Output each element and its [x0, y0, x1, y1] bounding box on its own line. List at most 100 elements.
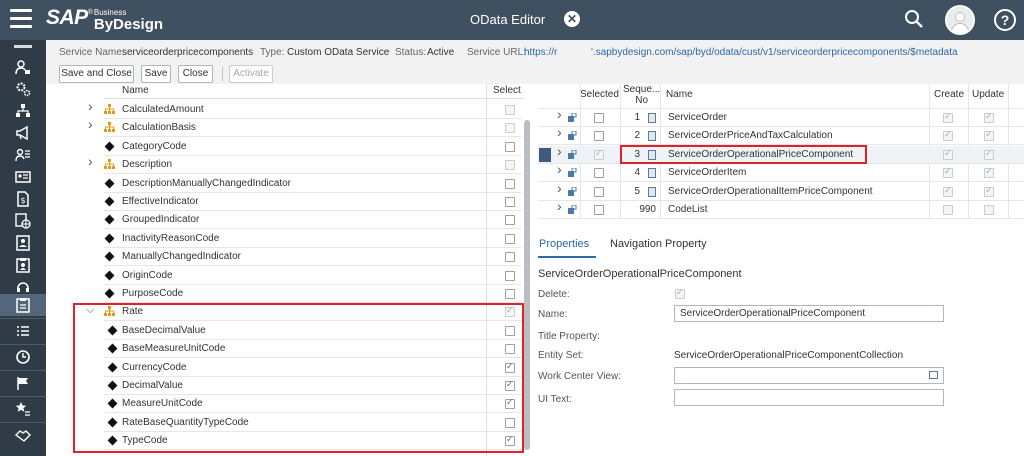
person-lock-icon[interactable] — [0, 56, 46, 78]
tree-row[interactable]: › Description — [46, 154, 522, 175]
calculator-icon[interactable] — [648, 186, 656, 197]
select-checkbox[interactable] — [505, 215, 515, 226]
megaphone-icon[interactable] — [0, 122, 46, 144]
chevron-right-icon[interactable]: › — [557, 107, 567, 121]
update-checkbox[interactable] — [984, 205, 994, 215]
selected-checkbox[interactable] — [594, 168, 604, 179]
document-currency-icon[interactable]: $ — [0, 188, 46, 210]
gears-icon[interactable] — [0, 78, 46, 100]
update-checkbox[interactable] — [984, 148, 994, 160]
tree-row[interactable]: › CalculatedAmount — [46, 99, 522, 119]
close-editor-icon[interactable]: ✕ — [564, 11, 580, 27]
save-and-close-button[interactable]: Save and Close — [59, 65, 134, 83]
select-checkbox[interactable] — [505, 252, 515, 263]
select-checkbox[interactable] — [505, 160, 515, 171]
tree-row[interactable]: GroupedIndicator — [46, 211, 522, 230]
select-checkbox[interactable] — [505, 123, 515, 134]
clipboard-person-icon[interactable] — [0, 254, 46, 276]
update-checkbox[interactable] — [984, 166, 994, 179]
update-checkbox[interactable] — [984, 111, 994, 123]
selected-checkbox[interactable] — [594, 131, 604, 142]
help-icon[interactable]: ? — [994, 9, 1016, 31]
entity-row[interactable]: › 4 ServiceOrderItem — [538, 162, 1024, 183]
work-center-view-input[interactable] — [674, 367, 944, 384]
ui-text-input[interactable] — [674, 389, 944, 406]
create-checkbox[interactable] — [943, 148, 953, 160]
globe-doc-icon[interactable] — [0, 210, 46, 232]
column-header-sequence[interactable]: Seque... No — [623, 84, 660, 106]
menu-icon[interactable] — [10, 9, 32, 29]
column-header-select[interactable]: Select — [493, 85, 521, 99]
chevron-right-icon[interactable]: › — [88, 154, 98, 168]
tree-row[interactable]: ManuallyChangedIndicator — [46, 248, 522, 267]
selected-checkbox[interactable] — [594, 186, 604, 197]
select-checkbox[interactable] — [505, 233, 515, 244]
select-checkbox[interactable] — [505, 178, 515, 189]
create-checkbox[interactable] — [943, 129, 953, 142]
activate-button[interactable]: Activate — [229, 65, 273, 83]
create-checkbox[interactable] — [943, 166, 953, 179]
selected-checkbox[interactable] — [594, 113, 604, 123]
value-help-icon[interactable] — [929, 371, 938, 379]
org-hierarchy-icon[interactable] — [0, 100, 46, 122]
clipboard-check-icon[interactable] — [0, 294, 46, 316]
update-checkbox[interactable] — [984, 129, 994, 142]
chevron-right-icon[interactable]: › — [557, 125, 567, 139]
select-checkbox[interactable] — [505, 197, 515, 207]
tree-row[interactable]: PurposeCode — [46, 285, 522, 303]
tree-row[interactable]: OriginCode — [46, 267, 522, 285]
chevron-right-icon[interactable]: › — [88, 99, 98, 113]
column-header-name[interactable]: Name — [122, 85, 149, 99]
delete-checkbox[interactable] — [675, 287, 685, 299]
logo-product: ByDesign — [93, 16, 164, 33]
user-avatar[interactable] — [945, 5, 975, 35]
service-url-part2[interactable]: '.sapbydesign.com/sap/byd/odata/cust/v1/… — [591, 47, 958, 58]
select-checkbox[interactable] — [505, 270, 515, 281]
tree-row[interactable]: EffectiveIndicator — [46, 193, 522, 211]
chevron-right-icon[interactable]: › — [557, 199, 567, 213]
select-checkbox[interactable] — [505, 289, 515, 299]
create-checkbox[interactable] — [943, 111, 953, 123]
service-url-part1[interactable]: https://r — [524, 47, 557, 58]
tab-properties[interactable]: Properties — [539, 238, 589, 250]
name-input[interactable]: ServiceOrderOperationalPriceComponent — [674, 305, 944, 322]
calculator-icon[interactable] — [648, 168, 656, 179]
close-button[interactable]: Close — [178, 65, 213, 83]
tab-navigation-property[interactable]: Navigation Property — [610, 238, 707, 250]
chevron-right-icon[interactable]: › — [88, 117, 98, 131]
create-checkbox[interactable] — [943, 185, 953, 197]
scrollbar-thumb[interactable] — [524, 120, 530, 450]
chevron-right-icon[interactable]: › — [557, 162, 567, 176]
update-checkbox[interactable] — [984, 185, 994, 197]
id-card-icon[interactable] — [0, 166, 46, 188]
flag-icon[interactable] — [0, 372, 46, 394]
entity-row[interactable]: › 5 ServiceOrderOperationalItemPriceCompon… — [538, 181, 1024, 201]
bar-icon[interactable] — [0, 42, 46, 50]
tree-row[interactable]: CategoryCode — [46, 138, 522, 156]
calculator-icon[interactable] — [648, 113, 656, 123]
create-checkbox[interactable] — [943, 205, 953, 215]
calculator-icon[interactable] — [648, 131, 656, 142]
selected-checkbox[interactable] — [594, 148, 604, 160]
handshake-icon[interactable] — [0, 424, 46, 446]
star-list-icon[interactable] — [0, 398, 46, 420]
list-icon[interactable] — [0, 320, 46, 342]
select-checkbox[interactable] — [505, 141, 515, 152]
type-value: Custom OData Service — [287, 47, 390, 58]
contact-card-icon[interactable] — [0, 232, 46, 254]
chevron-right-icon[interactable]: › — [557, 181, 567, 195]
search-icon[interactable] — [904, 9, 924, 29]
chevron-right-icon[interactable]: › — [557, 144, 567, 158]
select-checkbox[interactable] — [505, 105, 515, 115]
business-object-icon — [568, 205, 577, 214]
tree-row[interactable]: DescriptionManuallyChangedIndicator — [46, 175, 522, 193]
entity-row[interactable]: › 990 CodeList — [538, 199, 1024, 219]
entity-row[interactable]: › 1 ServiceOrder — [538, 107, 1024, 127]
save-button[interactable]: Save — [141, 65, 171, 83]
entity-row[interactable]: › 2 ServiceOrderPriceAndTaxCalculation — [538, 125, 1024, 146]
selected-checkbox[interactable] — [594, 205, 604, 215]
tree-row[interactable]: InactivityReasonCode — [46, 230, 522, 248]
clock-icon[interactable] — [0, 346, 46, 368]
tree-row[interactable]: › CalculationBasis — [46, 117, 522, 138]
person-list-icon[interactable] — [0, 144, 46, 166]
